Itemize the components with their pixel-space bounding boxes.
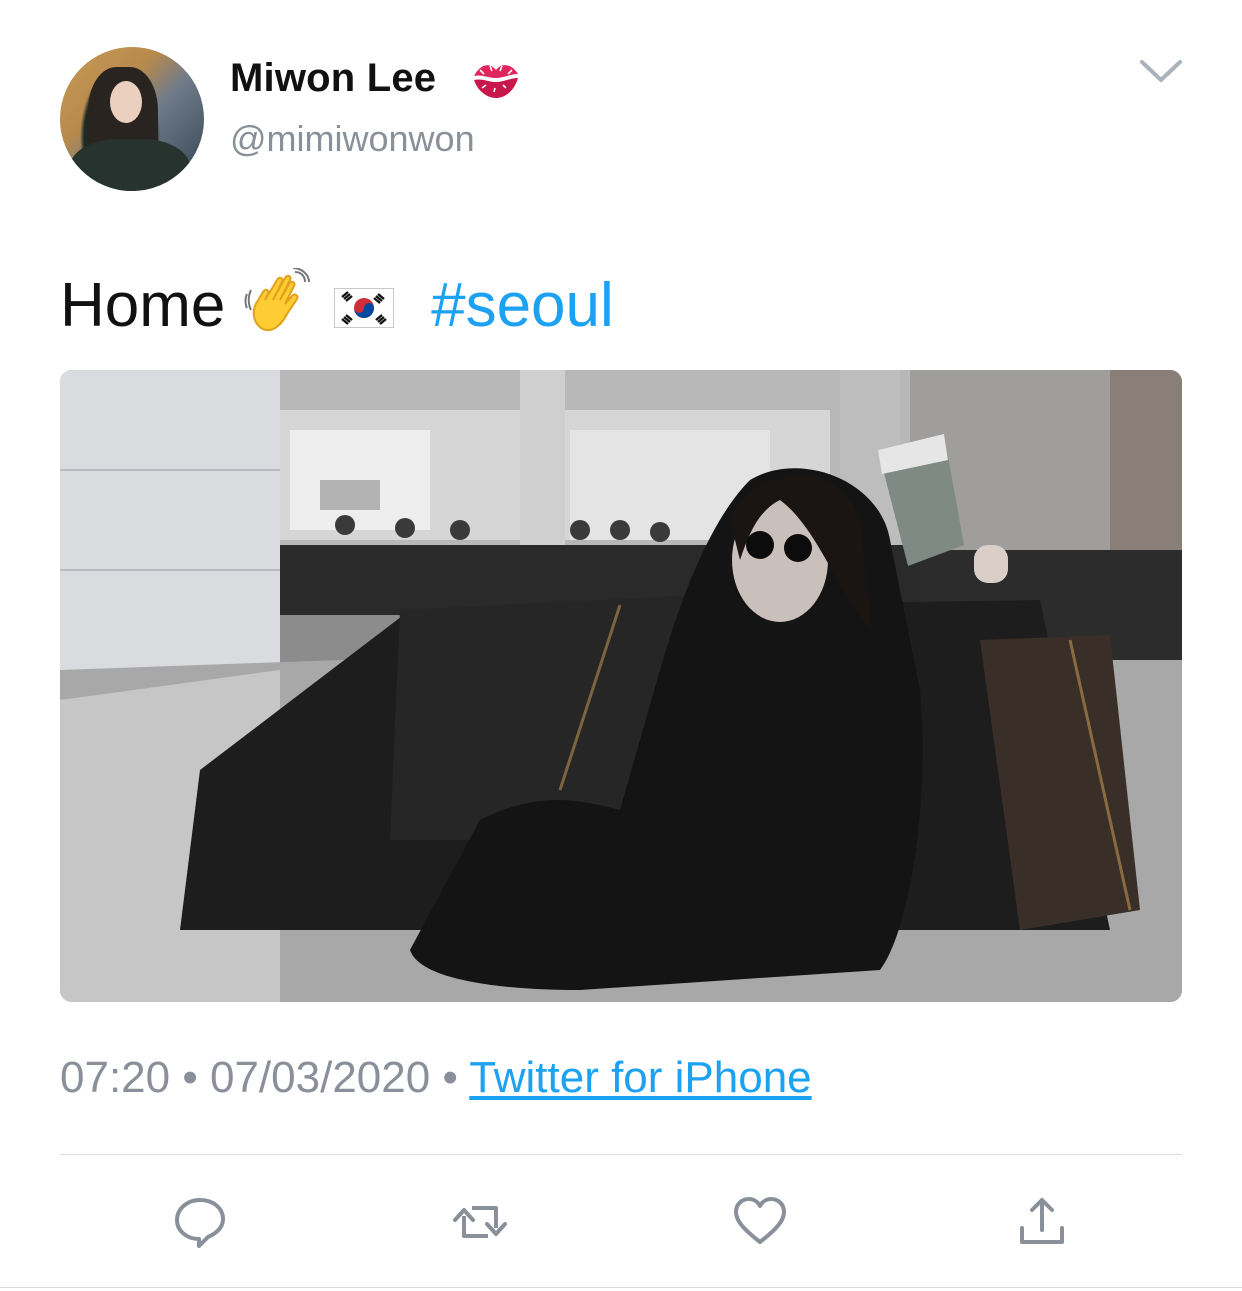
tweet-meta: 07:20 • 07/03/2020 • Twitter for iPhone bbox=[60, 1053, 812, 1103]
display-name[interactable]: Miwon Lee bbox=[230, 56, 436, 101]
meta-separator: • bbox=[182, 1053, 198, 1102]
retweet-icon[interactable] bbox=[452, 1194, 508, 1250]
like-icon[interactable] bbox=[732, 1194, 788, 1250]
south-korea-flag-icon bbox=[333, 288, 394, 328]
tweet-date: 07/03/2020 bbox=[209, 1053, 431, 1102]
meta-separator: • bbox=[442, 1053, 458, 1102]
tweet-time: 07:20 bbox=[60, 1053, 171, 1102]
avatar-face bbox=[110, 81, 142, 123]
kiss-mark-icon bbox=[474, 65, 518, 98]
divider bbox=[60, 1154, 1182, 1155]
handle[interactable]: @mimiwonwon bbox=[230, 118, 475, 160]
bottom-divider bbox=[0, 1287, 1242, 1288]
chevron-down-icon[interactable] bbox=[1136, 54, 1186, 90]
hashtag-link[interactable]: #seoul bbox=[431, 271, 614, 340]
tweet-body-text: Home bbox=[60, 271, 226, 340]
tweet-photo[interactable] bbox=[60, 370, 1182, 1002]
avatar[interactable] bbox=[60, 47, 204, 191]
source-link[interactable]: Twitter for iPhone bbox=[469, 1053, 811, 1102]
share-icon[interactable] bbox=[1014, 1194, 1070, 1250]
tweet-text: Home #seoul bbox=[60, 268, 614, 341]
reply-icon[interactable] bbox=[172, 1194, 228, 1250]
avatar-body bbox=[70, 139, 190, 191]
waving-hand-icon bbox=[244, 268, 310, 332]
